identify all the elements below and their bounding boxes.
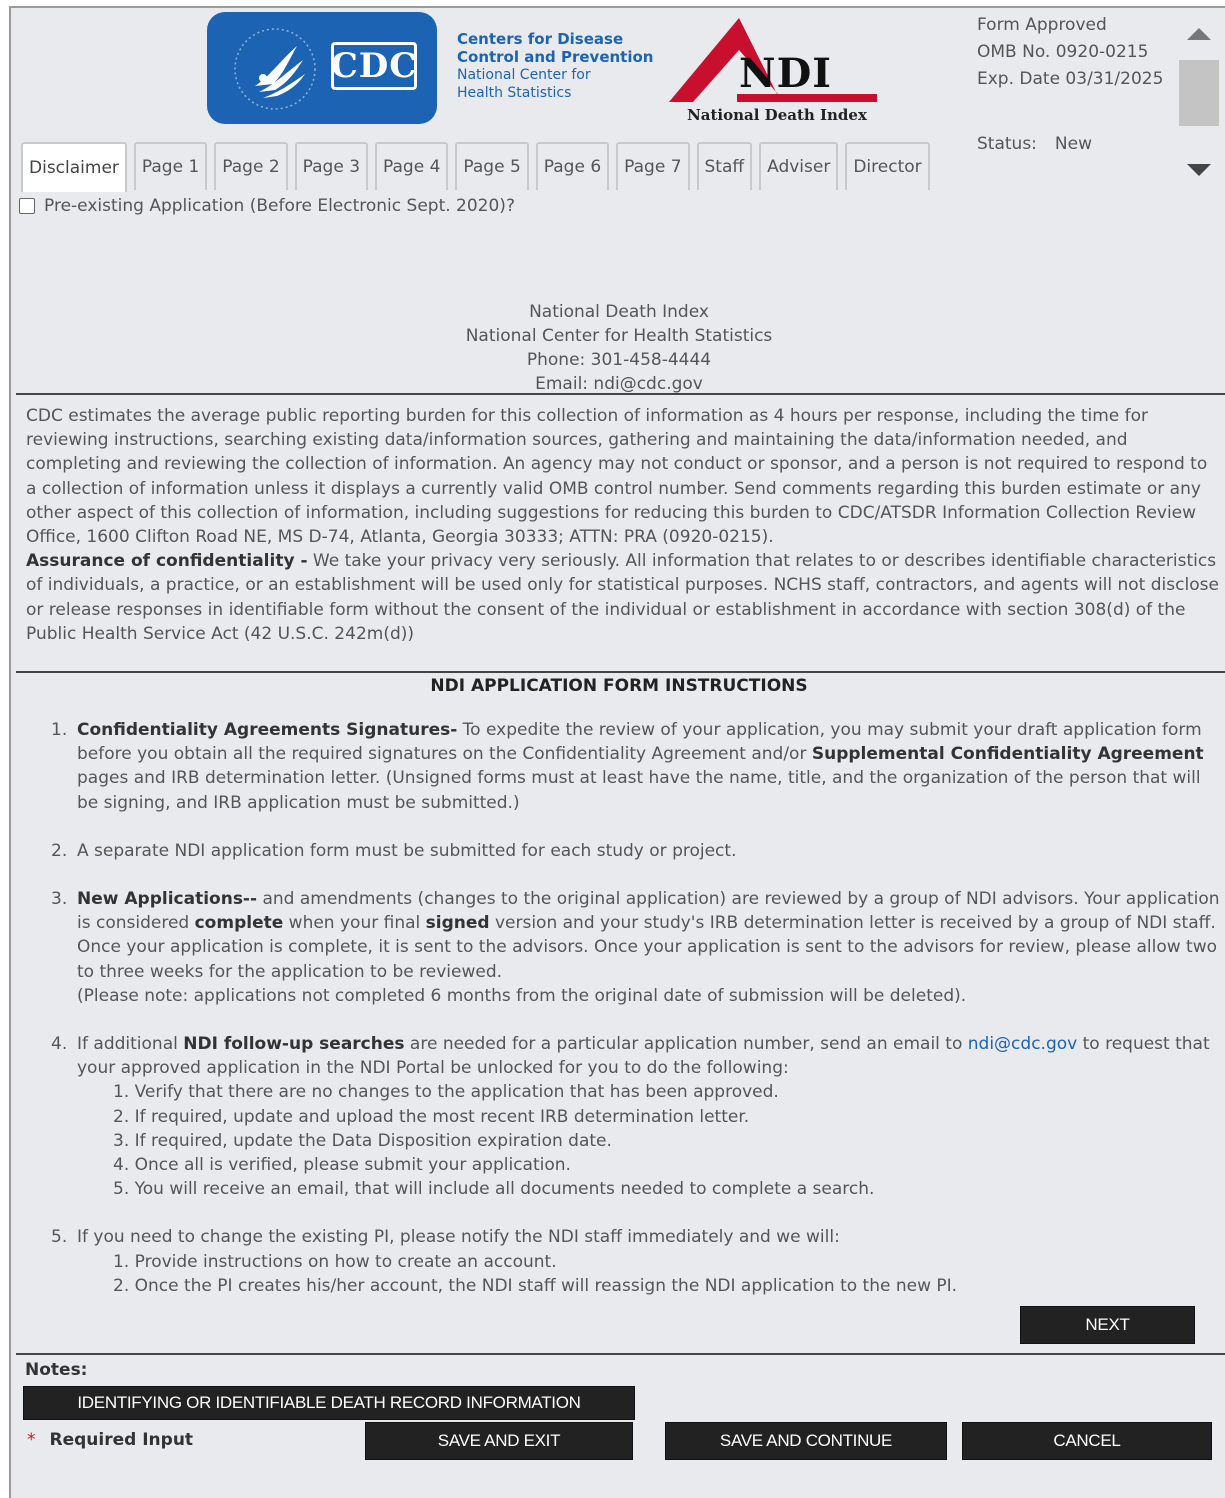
item-bold: Confidentiality Agreements Signatures- (77, 720, 458, 740)
item-number: 4. (51, 1034, 68, 1055)
preexisting-application-option: Pre-existing Application (Before Electro… (19, 196, 515, 216)
item-text: are needed for a particular application … (404, 1034, 968, 1055)
list-item: 3. New Applications-- and amendments (ch… (51, 887, 1221, 1008)
instructions-title: NDI APPLICATION FORM INSTRUCTIONS (430, 676, 808, 696)
tab-director[interactable]: Director (845, 142, 930, 190)
scroll-up-arrow-icon[interactable] (1187, 28, 1211, 40)
sub-item: 3. If required, update the Data Disposit… (113, 1130, 612, 1151)
preexisting-label: Pre-existing Application (Before Electro… (44, 196, 515, 216)
list-item: 4. If additional NDI follow-up searches … (51, 1032, 1221, 1201)
list-item: 1. Confidentiality Agreements Signatures… (51, 718, 1221, 815)
contact-block: National Death Index National Center for… (11, 300, 1225, 396)
sub-item: 5. You will receive an email, that will … (113, 1179, 875, 1200)
status-value: New (1054, 134, 1092, 154)
item-text: A separate NDI application form must be … (77, 840, 737, 861)
assurance-title: Assurance of confidentiality - (26, 551, 308, 572)
burden-statement: CDC estimates the average public reporti… (26, 404, 1221, 646)
tab-staff[interactable]: Staff (696, 142, 753, 190)
list-item: 2. A separate NDI application form must … (51, 839, 1221, 863)
tab-disclaimer[interactable]: Disclaimer (21, 142, 127, 192)
notes-label: Notes: (25, 1360, 88, 1380)
header-scrollbar[interactable] (1177, 12, 1221, 188)
ndi-logo-text: NDI (739, 50, 832, 97)
tab-page-6[interactable]: Page 6 (535, 142, 610, 190)
item-bold: New Applications-- (77, 889, 258, 910)
save-and-exit-button[interactable]: SAVE AND EXIT (365, 1422, 633, 1460)
tab-adviser[interactable]: Adviser (759, 142, 839, 190)
scroll-thumb[interactable] (1179, 60, 1219, 126)
list-item: 5. If you need to change the existing PI… (51, 1225, 1221, 1298)
scroll-down-arrow-icon[interactable] (1187, 164, 1211, 176)
ndi-logo: NDI National Death Index (667, 10, 899, 128)
contact-line-1: National Death Index (529, 302, 709, 322)
form-approved-text: Form Approved (977, 15, 1107, 35)
tab-page-4[interactable]: Page 4 (375, 142, 449, 190)
cdc-line-1: Centers for Disease (457, 30, 624, 48)
item-text: pages and IRB determination letter. (Uns… (77, 768, 1201, 813)
required-input-legend: * Required Input (27, 1430, 193, 1450)
burden-text: CDC estimates the average public reporti… (26, 406, 1208, 548)
item-number: 5. (51, 1227, 68, 1248)
ndi-subtitle: National Death Index (687, 106, 867, 124)
divider-bottom (16, 1353, 1225, 1355)
tab-page-3[interactable]: Page 3 (294, 142, 369, 190)
item-number: 1. (51, 720, 68, 740)
omb-number: OMB No. 0920-0215 (977, 42, 1149, 62)
omb-info: Form Approved OMB No. 0920-0215 Exp. Dat… (977, 12, 1173, 93)
item-bold: NDI follow-up searches (183, 1034, 405, 1055)
cdc-line-3: National Center for (457, 67, 591, 83)
cdc-logo-text: CDC (331, 42, 417, 90)
sub-item: 2. Once the PI creates his/her account, … (113, 1275, 958, 1296)
identifying-info-button[interactable]: IDENTIFYING OR IDENTIFIABLE DEATH RECORD… (23, 1386, 635, 1420)
item-note: (Please note: applications not completed… (77, 985, 967, 1006)
preexisting-checkbox[interactable] (19, 198, 35, 214)
tab-page-1[interactable]: Page 1 (133, 142, 208, 190)
sub-item: 2. If required, update and upload the mo… (113, 1106, 750, 1127)
expiration-date: Exp. Date 03/31/2025 (977, 69, 1164, 89)
tab-page-2[interactable]: Page 2 (214, 142, 288, 190)
item-number: 2. (51, 840, 68, 861)
cdc-line-4: Health Statistics (457, 85, 572, 101)
sub-item: 1. Provide instructions on how to create… (113, 1251, 557, 1272)
hhs-eagle-icon (234, 28, 316, 110)
item-text: when your final (283, 913, 426, 934)
item-text: If you need to change the existing PI, p… (77, 1227, 840, 1248)
cancel-button[interactable]: CANCEL (962, 1422, 1212, 1460)
sub-list: 1. Provide instructions on how to create… (77, 1250, 1221, 1298)
cdc-logo: CDC (207, 12, 437, 124)
required-star-icon: * (27, 1430, 36, 1450)
assurance-paragraph: Assurance of confidentiality - We take y… (26, 549, 1221, 646)
divider-top (16, 393, 1225, 395)
divider-middle (16, 671, 1225, 673)
tab-page-5[interactable]: Page 5 (455, 142, 529, 190)
item-bold: complete (194, 913, 284, 934)
item-number: 3. (51, 889, 68, 910)
item-bold: Supplemental Confidentiality Agreement (811, 744, 1204, 765)
cdc-line-2: Control and Prevention (457, 48, 654, 66)
sub-item: 4. Once all is verified, please submit y… (113, 1155, 571, 1176)
save-and-continue-button[interactable]: SAVE AND CONTINUE (665, 1422, 947, 1460)
contact-line-2: National Center for Health Statistics (465, 326, 773, 346)
cdc-agency-name: Centers for Disease Control and Preventi… (457, 30, 653, 102)
next-button[interactable]: NEXT (1020, 1306, 1195, 1344)
contact-phone: Phone: 301-458-4444 (526, 350, 712, 370)
form-tabs: Disclaimer Page 1 Page 2 Page 3 Page 4 P… (21, 142, 930, 192)
sub-item: 1. Verify that there are no changes to t… (113, 1082, 779, 1103)
instructions-list: 1. Confidentiality Agreements Signatures… (51, 718, 1221, 1322)
tab-page-7[interactable]: Page 7 (616, 142, 690, 190)
form-frame: CDC Centers for Disease Control and Prev… (9, 6, 1225, 1498)
email-link[interactable]: ndi@cdc.gov (968, 1034, 1077, 1054)
item-bold: signed (425, 913, 490, 934)
status-display: Status: New (977, 134, 1092, 154)
status-label: Status: (977, 134, 1037, 154)
item-text: If additional (77, 1034, 184, 1055)
sub-list: 1. Verify that there are no changes to t… (77, 1080, 1221, 1201)
required-label: Required Input (49, 1430, 194, 1450)
